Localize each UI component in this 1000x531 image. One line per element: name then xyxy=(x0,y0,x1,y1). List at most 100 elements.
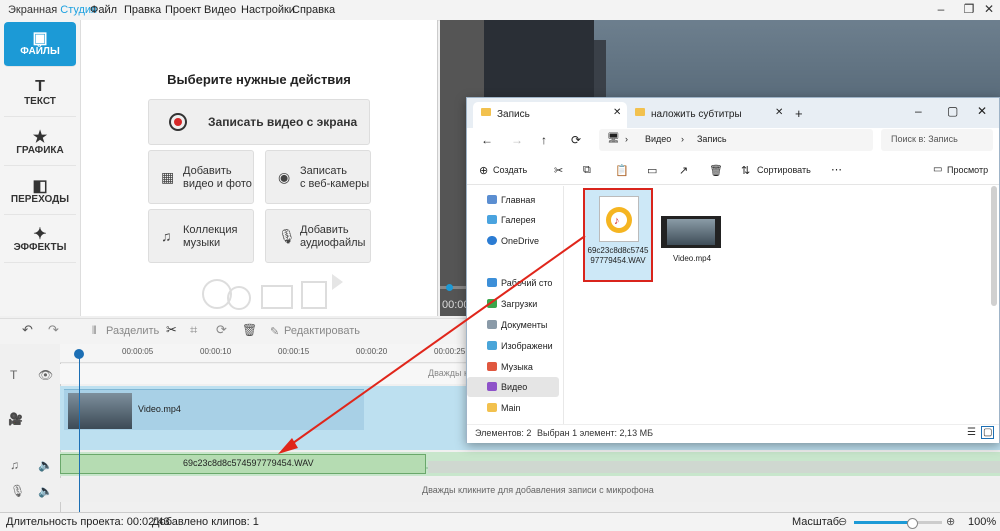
redo-icon[interactable]: ↷ xyxy=(48,322,59,338)
edit-icon[interactable]: ✎ xyxy=(270,325,279,338)
tab-close-icon[interactable]: ✕ xyxy=(775,107,783,118)
menu-file[interactable]: Файл xyxy=(90,4,117,16)
sidebar-item-downloads[interactable]: Загрузки xyxy=(467,294,559,314)
breadcrumb-record[interactable]: Запись xyxy=(697,134,727,144)
zoom-out-icon[interactable]: ⊖ xyxy=(838,515,847,528)
music-collection-button[interactable]: ♫ Коллекция музыки xyxy=(148,209,254,263)
back-icon[interactable]: ← xyxy=(481,133,493,147)
sidebar-label: Изображени xyxy=(501,341,553,351)
sidebar-label: Документы xyxy=(501,320,548,330)
crop-icon[interactable]: ⌗ xyxy=(190,322,197,338)
sidebar-item-music[interactable]: Музыка xyxy=(467,357,559,377)
playhead-handle[interactable] xyxy=(74,349,84,359)
audio-clip[interactable]: 69c23c8d8c574597779454.WAV xyxy=(60,454,426,474)
sort-icon[interactable]: ⇅ xyxy=(741,164,750,177)
cut-icon[interactable]: ✂ xyxy=(554,164,563,177)
explorer-statusbar: Элементов: 2 Выбран 1 элемент: 2,13 МБ ☰… xyxy=(467,424,999,443)
new-tab-icon[interactable]: + xyxy=(795,106,803,121)
explorer-tab-record[interactable]: Запись ✕ xyxy=(473,102,627,128)
text-track-visibility-icon[interactable]: 👁 xyxy=(38,368,53,382)
add-audio-button[interactable]: 🎙 Добавить аудиофайлы xyxy=(265,209,371,263)
sidebar-item-videos[interactable]: Видео xyxy=(467,377,559,397)
nav-text[interactable]: T ТЕКСТ xyxy=(4,72,76,117)
tab-close-icon[interactable]: ✕ xyxy=(613,107,621,118)
up-icon[interactable]: ↑ xyxy=(541,133,547,147)
undo-icon[interactable]: ↶ xyxy=(22,322,33,338)
explorer-scrollbar[interactable] xyxy=(991,186,997,306)
panel-title: Выберите нужные действия xyxy=(167,72,351,87)
preview-pane-icon[interactable]: ▭ xyxy=(933,164,942,175)
scissors-icon[interactable]: ✂ xyxy=(166,322,177,338)
nav-transitions[interactable]: ◧ ПЕРЕХОДЫ xyxy=(4,170,76,215)
paste-icon[interactable]: 📋 xyxy=(615,164,629,177)
delete-icon[interactable]: 🗑 xyxy=(242,323,257,337)
sidebar-item-main[interactable]: Main xyxy=(467,398,559,418)
explorer-maximize-icon[interactable]: ▢ xyxy=(947,104,958,118)
more-icon[interactable]: ⋯ xyxy=(831,163,842,176)
menu-edit[interactable]: Правка xyxy=(124,4,161,16)
mic-volume-icon[interactable]: 🔈 xyxy=(38,484,53,498)
rotate-icon[interactable]: ⟳ xyxy=(216,322,227,338)
webcam-button[interactable]: ◉ Записать с веб-камеры xyxy=(265,150,371,204)
menu-video[interactable]: Видео xyxy=(204,4,236,16)
minimize-icon[interactable]: – xyxy=(930,2,952,18)
search-input[interactable]: Поиск в: Запись xyxy=(881,129,993,151)
address-bar[interactable]: 🖥 › Видео › Запись xyxy=(599,129,873,151)
sidebar-item-pictures[interactable]: Изображени xyxy=(467,336,559,356)
share-icon[interactable]: ↗ xyxy=(679,164,688,177)
explorer-close-icon[interactable]: ✕ xyxy=(977,104,987,118)
webcam-icon: ◉ xyxy=(278,169,291,185)
video-clip[interactable]: Video.mp4 xyxy=(64,389,364,430)
playhead[interactable] xyxy=(79,350,80,512)
mic-track[interactable]: Дважды кликните для добавления записи с … xyxy=(60,478,1000,502)
preview-pane-button[interactable]: Просмотр xyxy=(947,165,988,175)
sidebar-item-onedrive[interactable]: OneDrive xyxy=(467,231,559,251)
close-icon[interactable]: ✕ xyxy=(978,2,1000,18)
rename-icon[interactable]: ▭ xyxy=(647,164,657,177)
audio-track[interactable]: 69c23c8d8c574597779454.WAV xyxy=(60,452,1000,476)
video-clip-label: Video.mp4 xyxy=(138,404,181,414)
zoom-slider[interactable] xyxy=(854,518,942,529)
record-screen-button[interactable]: Записать видео с экрана xyxy=(148,99,370,145)
refresh-icon[interactable]: ⟳ xyxy=(571,133,581,147)
audio-label-2: аудиофайлы xyxy=(300,237,366,249)
menu-help[interactable]: Справка xyxy=(292,4,335,16)
sort-button[interactable]: Сортировать xyxy=(757,165,811,175)
menu-settings[interactable]: Настройки xyxy=(241,4,295,16)
nav-graphics-label: ГРАФИКА xyxy=(16,145,64,156)
document-icon xyxy=(487,320,497,329)
preview-progress-handle[interactable] xyxy=(446,284,453,291)
plus-circle-icon[interactable]: ⊕ xyxy=(479,164,488,177)
create-button[interactable]: Создать xyxy=(493,165,527,175)
forward-icon[interactable]: → xyxy=(511,133,523,147)
maximize-icon[interactable]: ❐ xyxy=(958,2,980,18)
tiles-view-icon[interactable]: ▢ xyxy=(981,426,995,439)
sidebar-item-documents[interactable]: Документы xyxy=(467,315,559,335)
file-wav[interactable]: ♪ 69c23c8d8c5745 97779454.WAV xyxy=(583,188,653,282)
split-icon[interactable]: ⫴ xyxy=(92,325,97,338)
sidebar-item-gallery[interactable]: Галерея xyxy=(467,210,559,230)
nav-files[interactable]: ▣ ФАЙЛЫ xyxy=(4,22,76,67)
split-button[interactable]: Разделить xyxy=(106,325,159,337)
copy-icon[interactable]: ⧉ xyxy=(583,164,591,177)
details-view-icon[interactable]: ☰ xyxy=(967,427,976,438)
edit-button[interactable]: Редактировать xyxy=(284,325,360,337)
audio-volume-icon[interactable]: 🔈 xyxy=(38,458,53,472)
explorer-titlebar: Запись ✕ наложить субтитры ✕ + – ▢ ✕ xyxy=(467,98,999,128)
sidebar-item-desktop[interactable]: Рабочий сто xyxy=(467,273,559,293)
delete-icon[interactable]: 🗑 xyxy=(709,164,723,177)
zoom-in-icon[interactable]: ⊕ xyxy=(946,515,955,528)
menu-project[interactable]: Проект xyxy=(165,4,201,16)
file-mp4[interactable]: Video.mp4 xyxy=(661,194,723,274)
zoom-slider-handle[interactable] xyxy=(907,518,919,529)
explorer-minimize-icon[interactable]: – xyxy=(915,104,922,118)
zoom-label: Масштаб: xyxy=(792,516,843,528)
breadcrumb-video[interactable]: Видео xyxy=(645,134,671,144)
explorer-tab-subtitles[interactable]: наложить субтитры ✕ xyxy=(631,102,787,128)
nav-graphics[interactable]: ★ ГРАФИКА xyxy=(4,121,76,166)
add-video-button[interactable]: ▦ Добавить видео и фото xyxy=(148,150,254,204)
nav-effects[interactable]: ✦ ЭФФЕКТЫ xyxy=(4,218,76,263)
webcam-label-2: с веб-камеры xyxy=(300,178,370,190)
ruler-tick: 00:00:05 xyxy=(122,347,154,356)
sidebar-item-home[interactable]: Главная xyxy=(467,190,559,210)
